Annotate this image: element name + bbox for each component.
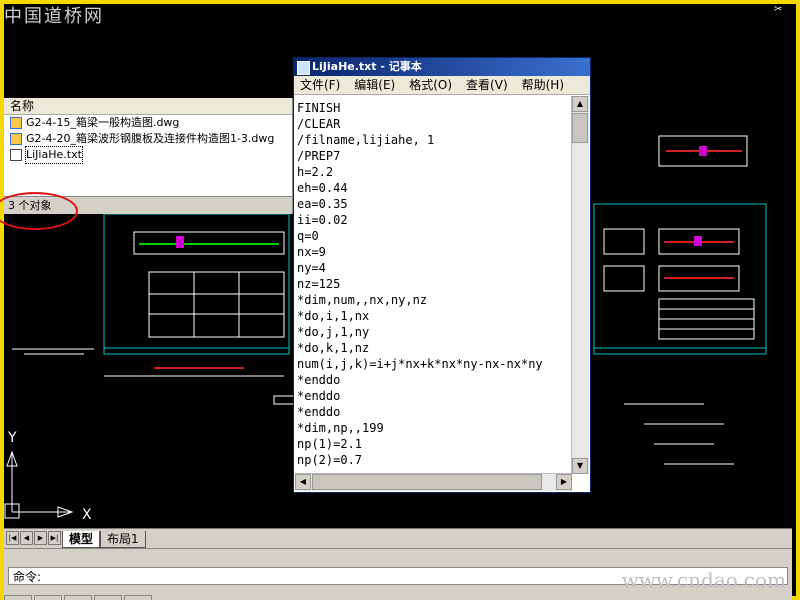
file-name: G2-4-20_箱梁波形钢腹板及连接件构造图1-3.dwg bbox=[26, 132, 275, 145]
scroll-up-icon[interactable]: ▲ bbox=[572, 96, 588, 112]
drawing-plan bbox=[148, 271, 285, 338]
file-item[interactable]: G2-4-20_箱梁波形钢腹板及连接件构造图1-3.dwg bbox=[4, 131, 292, 147]
drawing-sheet-left bbox=[103, 213, 290, 355]
status-toggle[interactable] bbox=[34, 595, 62, 600]
text-line: ea=0.35 bbox=[297, 197, 348, 211]
corner-mark-icon: ✂ bbox=[774, 4, 782, 15]
text-line: *dim,np,,199 bbox=[297, 421, 384, 435]
text-line: *dim,num,,nx,ny,nz bbox=[297, 293, 428, 307]
text-file-icon bbox=[10, 149, 22, 161]
drawing-detail bbox=[603, 265, 645, 292]
ucs-y-label: Y bbox=[7, 430, 17, 446]
text-line: eh=0.44 bbox=[297, 181, 348, 195]
text-line: np(1)=2.1 bbox=[297, 437, 363, 451]
notepad-title: LiJiaHe.txt - 记事本 bbox=[312, 60, 422, 73]
dwg-file-icon bbox=[10, 117, 22, 129]
drawing-detail bbox=[603, 228, 645, 255]
scroll-left-icon[interactable]: ◀ bbox=[295, 474, 311, 490]
menu-view[interactable]: 查看(V) bbox=[466, 76, 508, 94]
text-line: *do,i,1,nx bbox=[297, 309, 370, 323]
status-toggle[interactable] bbox=[4, 595, 32, 600]
text-line: *enddo bbox=[297, 405, 341, 419]
menu-edit[interactable]: 编辑(E) bbox=[354, 76, 395, 94]
text-line: nx=9 bbox=[297, 245, 326, 259]
drawing-mark bbox=[699, 146, 707, 156]
column-header-name[interactable]: 名称 bbox=[4, 98, 292, 115]
text-line: *do,j,1,ny bbox=[297, 325, 370, 339]
drawing-mark bbox=[176, 236, 184, 248]
text-line: ii=0.02 bbox=[297, 213, 348, 227]
file-item-selected[interactable]: LiJiaHe.txt bbox=[4, 146, 292, 164]
text-line: FINISH bbox=[297, 101, 341, 115]
ucs-x-label: X bbox=[82, 507, 92, 523]
tab-first-icon[interactable]: |◀ bbox=[6, 531, 19, 545]
notepad-icon bbox=[297, 61, 310, 75]
tab-model[interactable]: 模型 bbox=[62, 531, 101, 548]
text-line: q=0 bbox=[297, 229, 319, 243]
text-line: /filname,lijiahe, 1 bbox=[297, 133, 435, 147]
vertical-scrollbar[interactable]: ▲ ▼ bbox=[571, 96, 589, 474]
hscroll-thumb[interactable] bbox=[312, 474, 542, 490]
scroll-thumb[interactable] bbox=[572, 113, 588, 143]
text-line: /PREP7 bbox=[297, 149, 341, 163]
text-line: h=2.2 bbox=[297, 165, 334, 179]
file-name: G2-4-15_箱梁一般构造图.dwg bbox=[26, 116, 180, 129]
layout-tab-bar: |◀ ◀ ▶ ▶| 模型 布局1 bbox=[4, 528, 792, 549]
horizontal-scrollbar[interactable]: ◀ ▶ bbox=[295, 473, 572, 491]
text-line: *do,k,1,nz bbox=[297, 341, 370, 355]
notepad-text-area[interactable]: FINISH/CLEAR/filname,lijiahe, 1/PREP7 h=2… bbox=[295, 96, 572, 474]
file-name: LiJiaHe.txt bbox=[25, 146, 83, 164]
menu-format[interactable]: 格式(O) bbox=[409, 76, 452, 94]
text-line: nz=125 bbox=[297, 277, 341, 291]
text-line: ny=4 bbox=[297, 261, 326, 275]
menu-help[interactable]: 帮助(H) bbox=[522, 76, 564, 94]
notepad-window[interactable]: LiJiaHe.txt - 记事本 文件(F) 编辑(E) 格式(O) 查看(V… bbox=[293, 57, 591, 493]
tab-layout1[interactable]: 布局1 bbox=[100, 531, 146, 548]
menu-file[interactable]: 文件(F) bbox=[300, 76, 340, 94]
status-toggle[interactable] bbox=[94, 595, 122, 600]
file-item[interactable]: G2-4-15_箱梁一般构造图.dwg bbox=[4, 115, 292, 131]
text-line: *enddo bbox=[297, 389, 341, 403]
watermark-bottom: www.cndao.com bbox=[621, 568, 786, 592]
text-line: *enddo bbox=[297, 373, 341, 387]
status-toggle[interactable] bbox=[64, 595, 92, 600]
scroll-down-icon[interactable]: ▼ bbox=[572, 458, 588, 474]
tab-next-icon[interactable]: ▶ bbox=[34, 531, 47, 545]
tab-prev-icon[interactable]: ◀ bbox=[20, 531, 33, 545]
notepad-title-bar[interactable]: LiJiaHe.txt - 记事本 bbox=[294, 58, 590, 76]
ucs-icon bbox=[4, 450, 74, 519]
text-line: /CLEAR bbox=[297, 117, 341, 131]
text-line: num(i,j,k)=i+j*nx+k*nx*ny-nx-nx*ny bbox=[297, 357, 543, 371]
notepad-menu-bar: 文件(F) 编辑(E) 格式(O) 查看(V) 帮助(H) bbox=[294, 76, 590, 95]
status-toggle[interactable] bbox=[124, 595, 152, 600]
drawing-mark bbox=[694, 236, 702, 246]
dwg-file-icon bbox=[10, 133, 22, 145]
text-line: np(2)=0.7 bbox=[297, 453, 363, 467]
scroll-right-icon[interactable]: ▶ bbox=[556, 474, 572, 490]
watermark-top: 中国道桥网 bbox=[4, 6, 104, 27]
tab-last-icon[interactable]: ▶| bbox=[48, 531, 61, 545]
drawing-detail bbox=[273, 395, 295, 405]
